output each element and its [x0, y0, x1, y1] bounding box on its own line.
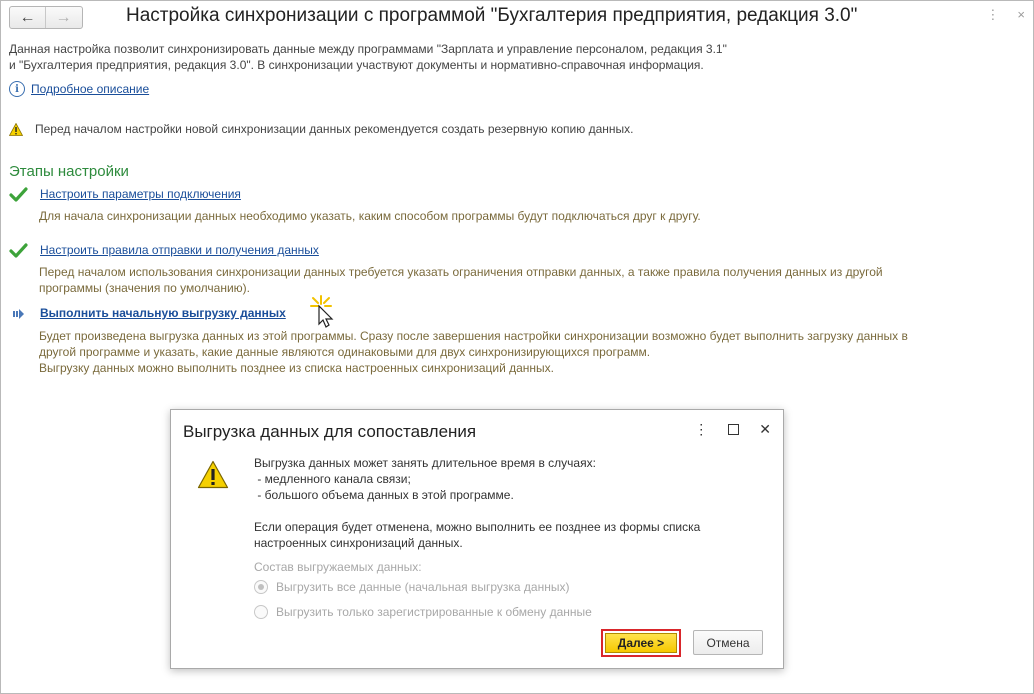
back-button[interactable]: ← — [10, 7, 45, 28]
stage-rules-desc-line: программы (значения по умолчанию). — [39, 281, 251, 295]
stage-connection-desc-line: Для начала синхронизации данных необходи… — [39, 209, 701, 223]
stage-export-desc-line: другой программе и указать, какие данные… — [39, 345, 651, 359]
details-link[interactable]: Подробное описание — [31, 82, 149, 96]
export-scope-label: Состав выгружаемых данных: — [254, 560, 422, 574]
export-all-label: Выгрузить все данные (начальная выгрузка… — [276, 580, 570, 594]
radio-button[interactable] — [254, 605, 268, 619]
more-menu-icon[interactable]: ⋮ — [986, 7, 999, 23]
current-step-arrow-icon — [13, 309, 24, 319]
next-button-label: Далее > — [605, 633, 677, 653]
info-icon: i — [9, 81, 25, 97]
intro-description: Данная настройка позволит синхронизирова… — [9, 41, 799, 73]
mouse-cursor-click-icon — [310, 295, 334, 328]
radio-button[interactable] — [254, 580, 268, 594]
warning-icon — [9, 122, 23, 136]
dialog-more-menu-icon[interactable]: ⋮ — [694, 421, 708, 438]
dialog-title: Выгрузка данных для сопоставления — [183, 422, 477, 441]
stage-connection-description: Для начала синхронизации данных необходи… — [39, 208, 999, 224]
export-registered-option[interactable]: Выгрузить только зарегистрированные к об… — [254, 605, 592, 619]
dialog-controls: ⋮ ✕ — [694, 421, 771, 438]
dialog-message-line: - большого объема данных в этой программ… — [254, 488, 514, 502]
export-dialog: Выгрузка данных для сопоставления ⋮ ✕ Вы… — [170, 409, 784, 669]
export-all-option[interactable]: Выгрузить все данные (начальная выгрузка… — [254, 580, 569, 594]
intro-line-1: Данная настройка позволит синхронизирова… — [9, 42, 727, 56]
warning-icon — [197, 460, 229, 489]
dialog-message-spacer — [254, 503, 754, 519]
checkmark-icon — [9, 243, 28, 258]
intro-line-2: и "Бухгалтерия предприятия, редакция 3.0… — [9, 58, 704, 72]
dialog-message-line: Если операция будет отменена, можно выпо… — [254, 520, 701, 534]
stage-export-desc-line: Будет произведена выгрузка данных из это… — [39, 329, 908, 343]
stage-export-link[interactable]: Выполнить начальную выгрузку данных — [40, 306, 286, 320]
maximize-icon[interactable] — [728, 424, 740, 435]
arrow-right-icon: → — [55, 8, 72, 26]
forward-button[interactable]: → — [45, 7, 81, 28]
backup-warning: Перед началом настройки новой синхрониза… — [9, 122, 633, 136]
stages-heading: Этапы настройки — [9, 163, 129, 180]
stage-rules-desc-line: Перед началом использования синхронизаци… — [39, 265, 883, 279]
cancel-button[interactable]: Отмена — [693, 630, 763, 655]
stage-export-description: Будет произведена выгрузка данных из это… — [39, 328, 999, 376]
navigation-buttons: ← → — [9, 6, 83, 29]
export-registered-label: Выгрузить только зарегистрированные к об… — [276, 605, 592, 619]
page-title: Настройка синхронизации с программой "Бу… — [126, 5, 858, 26]
dialog-message-line: Выгрузка данных может занять длительное … — [254, 456, 596, 470]
next-button[interactable]: Далее > — [601, 629, 681, 657]
window-controls: ⋮ × — [986, 7, 1025, 23]
close-icon[interactable]: × — [1017, 7, 1025, 23]
dialog-message-line: - медленного канала связи; — [254, 472, 411, 486]
stage-export-desc-line: Выгрузку данных можно выполнить позднее … — [39, 361, 554, 375]
stage-connection-link[interactable]: Настроить параметры подключения — [40, 187, 241, 201]
stage-rules-description: Перед началом использования синхронизаци… — [39, 264, 999, 296]
checkmark-icon — [9, 187, 28, 202]
details-row: i Подробное описание — [9, 81, 149, 97]
backup-warning-text: Перед началом настройки новой синхрониза… — [35, 122, 634, 136]
dialog-message: Выгрузка данных может занять длительное … — [254, 455, 754, 551]
dialog-message-line: настроенных синхронизаций данных. — [254, 536, 463, 550]
arrow-left-icon: ← — [19, 8, 36, 26]
stage-rules-link[interactable]: Настроить правила отправки и получения д… — [40, 243, 319, 257]
dialog-close-icon[interactable]: ✕ — [759, 421, 771, 438]
